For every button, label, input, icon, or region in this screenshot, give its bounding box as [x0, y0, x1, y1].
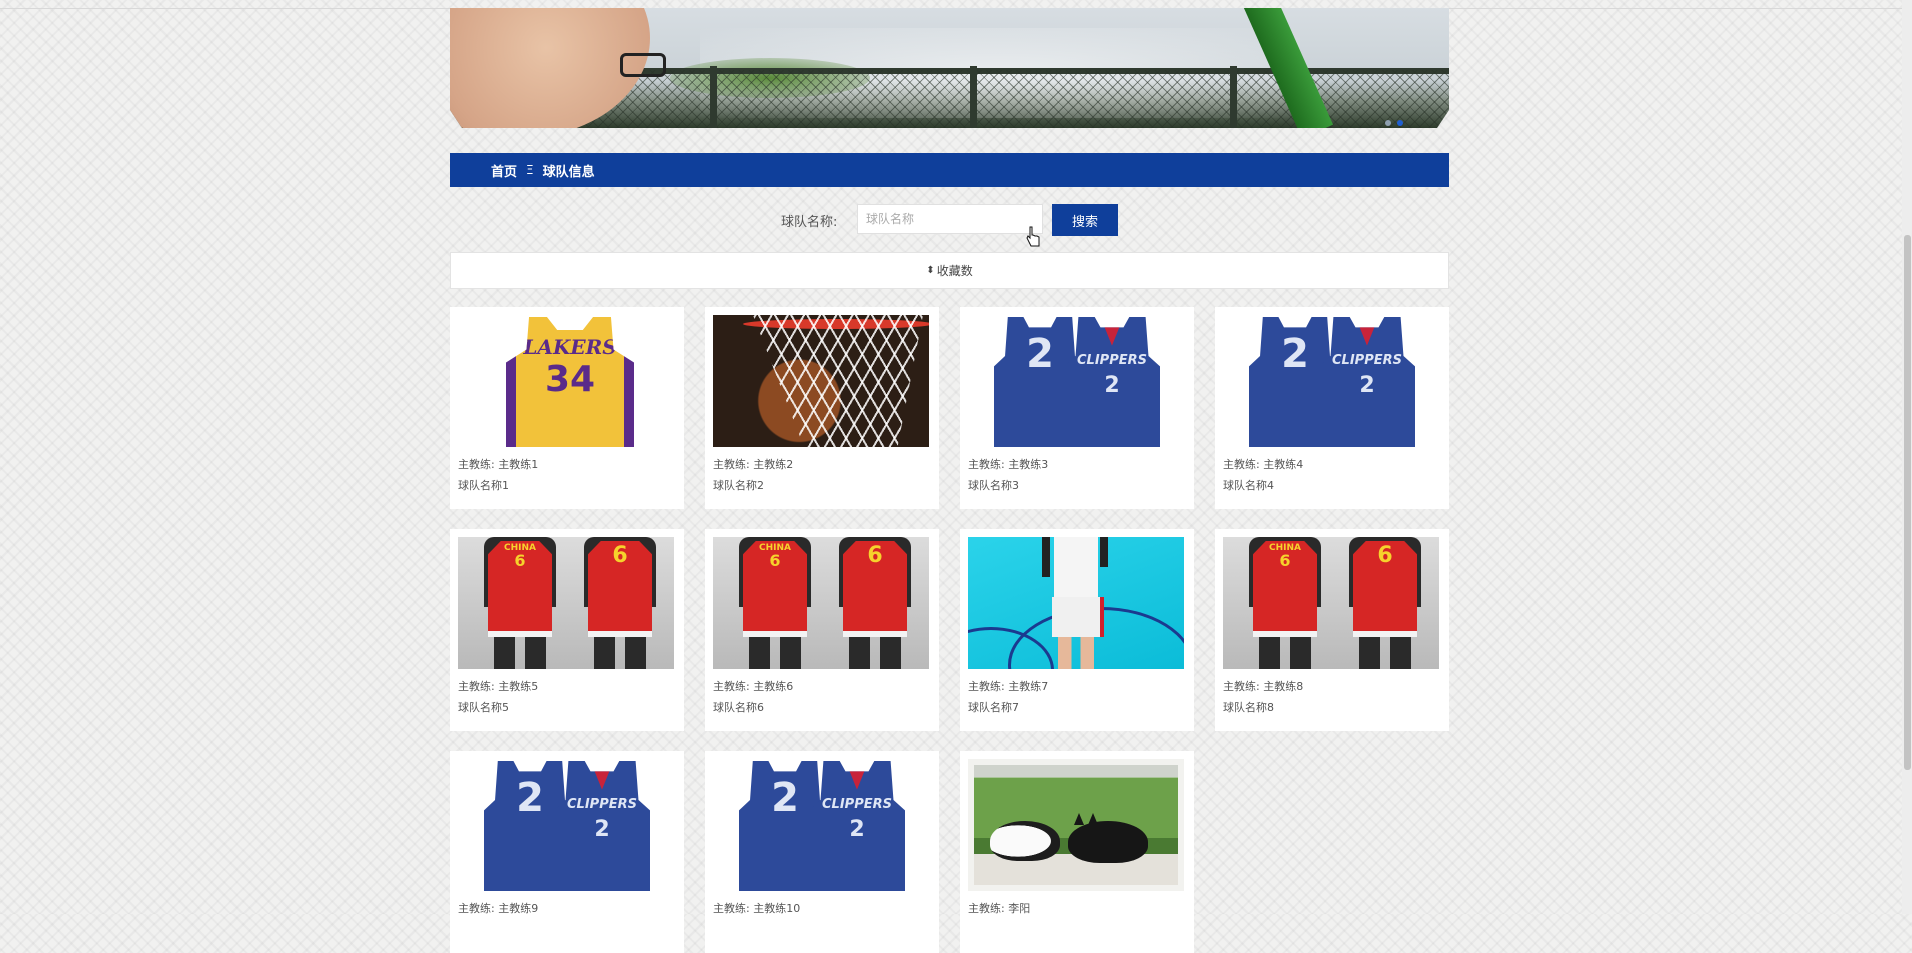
clippers-jersey-image: CLIPPERS 2 — [554, 761, 650, 891]
team-coach: 主教练: 主教练6 — [713, 680, 794, 693]
team-card[interactable]: CHINA 6 6 主教练: 主教练8 球队名称8 — [1215, 529, 1449, 731]
carousel-dot[interactable] — [1385, 120, 1391, 126]
cats-window-image — [968, 759, 1184, 891]
team-name[interactable]: 球队名称8 — [1223, 699, 1274, 715]
team-image[interactable]: 2 CLIPPERS 2 — [1223, 315, 1439, 447]
scrollbar-thumb[interactable] — [1904, 235, 1911, 770]
clippers-jersey-image: CLIPPERS 2 — [1064, 317, 1160, 447]
carousel-dot-active[interactable] — [1397, 120, 1403, 126]
team-card[interactable]: CHINA 6 6 主教练: 主教练6 球队名称6 — [705, 529, 939, 731]
team-name[interactable]: 球队名称3 — [968, 477, 1019, 493]
china-jersey-image: CHINA 6 — [474, 537, 566, 669]
china-jersey-image: CHINA 6 — [1239, 537, 1331, 669]
lakers-jersey-image: LAKERS 34 — [506, 317, 634, 447]
team-coach: 主教练: 主教练3 — [968, 458, 1049, 471]
breadcrumb-current: 球队信息 — [542, 164, 595, 180]
china-jersey-image: CHINA 6 — [729, 537, 821, 669]
team-card[interactable]: CHINA 6 6 主教练: 主教练5 球队名称5 — [450, 529, 684, 731]
team-coach: 主教练: 主教练5 — [458, 680, 539, 693]
search-input[interactable] — [857, 204, 1043, 234]
sort-bar[interactable]: ⬍ 收藏数 — [450, 252, 1449, 289]
team-image[interactable]: CHINA 6 6 — [458, 537, 674, 669]
search-label: 球队名称: — [781, 215, 838, 230]
team-name[interactable]: 球队名称4 — [1223, 477, 1274, 493]
team-card[interactable]: 主教练: 李阳 — [960, 751, 1194, 953]
breadcrumb: 首页 Ξ 球队信息 — [450, 153, 1449, 187]
team-image[interactable]: 2 CLIPPERS 2 — [968, 315, 1184, 447]
team-image[interactable] — [968, 759, 1184, 891]
team-card[interactable]: 主教练: 主教练2 球队名称2 — [705, 307, 939, 509]
team-coach: 主教练: 主教练7 — [968, 680, 1049, 693]
basketball-hoop-image — [753, 315, 923, 447]
team-image[interactable]: LAKERS 34 — [458, 315, 674, 447]
search-button[interactable]: 搜索 — [1052, 204, 1118, 236]
team-name[interactable]: 球队名称6 — [713, 699, 764, 715]
team-card[interactable]: 2 CLIPPERS 2 主教练: 主教练9 — [450, 751, 684, 953]
hand-cursor-icon — [1026, 226, 1040, 247]
team-image[interactable]: 2 CLIPPERS 2 — [713, 759, 929, 891]
team-card[interactable]: 2 CLIPPERS 2 主教练: 主教练3 球队名称3 — [960, 307, 1194, 509]
team-name[interactable]: 球队名称1 — [458, 477, 509, 493]
team-coach: 主教练: 主教练4 — [1223, 458, 1304, 471]
team-card[interactable]: LAKERS 34 主教练: 主教练1 球队名称1 — [450, 307, 684, 509]
breadcrumb-separator-icon: Ξ — [526, 163, 534, 177]
team-coach: 主教练: 主教练2 — [713, 458, 794, 471]
scrollbar[interactable] — [1902, 0, 1912, 914]
team-card[interactable]: 2 CLIPPERS 2 主教练: 主教练10 — [705, 751, 939, 953]
team-coach: 主教练: 主教练1 — [458, 458, 539, 471]
breadcrumb-home[interactable]: 首页 — [491, 161, 517, 180]
sort-icon: ⬍ — [926, 265, 935, 276]
team-name[interactable]: 球队名称5 — [458, 699, 509, 715]
banner-carousel[interactable] — [450, 8, 1449, 128]
clippers-jersey-image: CLIPPERS 2 — [809, 761, 905, 891]
team-card[interactable]: 2 CLIPPERS 2 主教练: 主教练4 球队名称4 — [1215, 307, 1449, 509]
carousel-dots[interactable] — [1385, 120, 1403, 126]
team-name[interactable]: 球队名称7 — [968, 699, 1019, 715]
court-player-image — [1042, 537, 1108, 669]
sort-label[interactable]: 收藏数 — [937, 262, 973, 279]
team-image[interactable] — [713, 315, 929, 447]
team-card[interactable]: 主教练: 主教练7 球队名称7 — [960, 529, 1194, 731]
team-image[interactable] — [968, 537, 1184, 669]
team-name[interactable]: 球队名称2 — [713, 477, 764, 493]
team-image[interactable]: 2 CLIPPERS 2 — [458, 759, 674, 891]
team-image[interactable]: CHINA 6 6 — [713, 537, 929, 669]
team-coach: 主教练: 主教练8 — [1223, 680, 1304, 693]
clippers-jersey-image: CLIPPERS 2 — [1319, 317, 1415, 447]
team-image[interactable]: CHINA 6 6 — [1223, 537, 1439, 669]
